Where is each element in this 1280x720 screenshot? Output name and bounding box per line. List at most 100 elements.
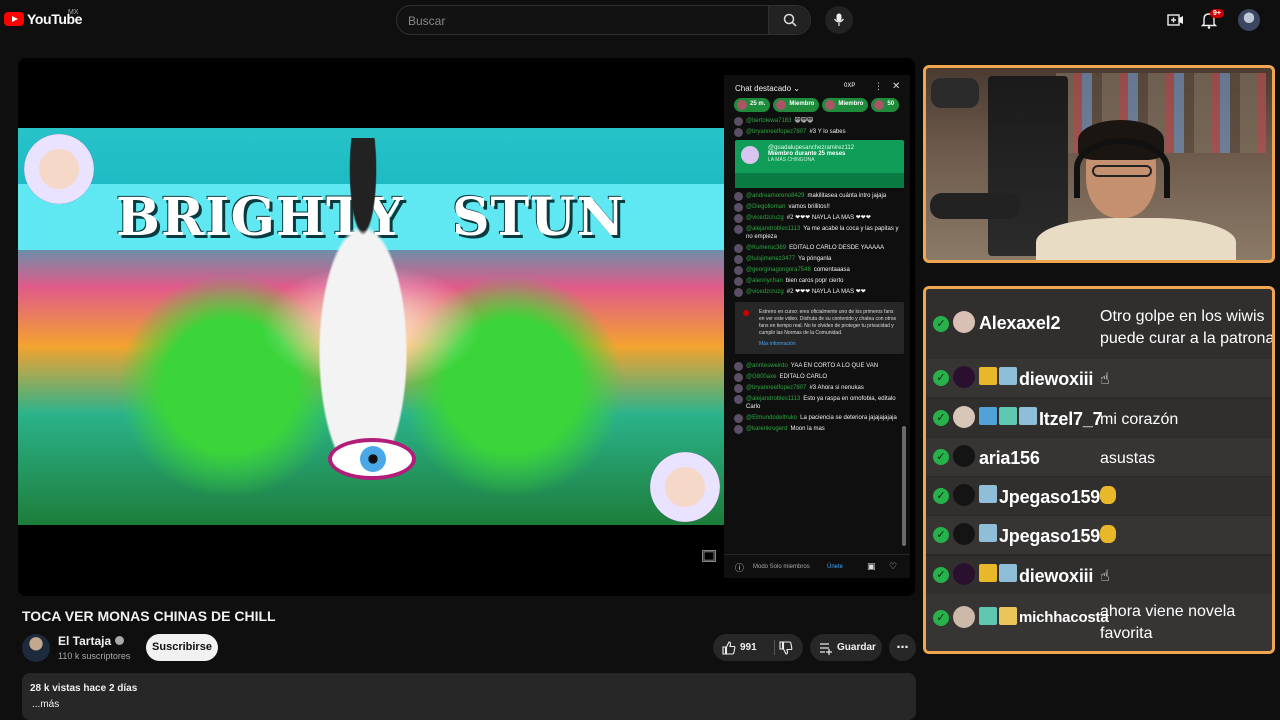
- chat-author[interactable]: @andreamoreno8429: [746, 193, 804, 199]
- close-icon[interactable]: ✕: [892, 81, 900, 92]
- chat-author[interactable]: @anntesweirdo: [746, 363, 788, 369]
- microphone: [930, 193, 1020, 219]
- top-bar: YouTube MX Buscar 9+: [0, 0, 1280, 40]
- more-info-link[interactable]: Más información: [759, 341, 898, 348]
- heart-icon[interactable]: ♡: [889, 561, 897, 572]
- user-icon: [953, 523, 975, 545]
- chat-author[interactable]: @vicedzcruzg: [746, 289, 784, 295]
- overlay-username: diewoxiii: [1019, 566, 1094, 586]
- ticker-item[interactable]: Miembro: [773, 98, 820, 112]
- chat-author[interactable]: @georginagongora7548: [746, 267, 811, 273]
- overlay-chat-row: ✓ Jpegaso159: [926, 516, 1272, 554]
- chat-message: @alejandrobles1113 Esto ya raspa en omofo…: [732, 395, 904, 411]
- chat-message: @vicedzcruzg #2 ❤❤❤ NAYLA LA MAS ❤❤❤: [732, 214, 904, 223]
- chat-message: @anntesweirdo YAA EN CORTO A LO QUE VAN: [732, 362, 904, 371]
- overlay-message: mi corazón: [1100, 411, 1179, 428]
- chat-message: @alejandrobles1113 Ya me acabé la coca y …: [732, 225, 904, 241]
- chat-text: EDITALO CARLO: [779, 374, 828, 380]
- chat-message: @bryanneelfopez7807 #3 Y lo sabes: [732, 128, 904, 137]
- chat-author[interactable]: @G800axe: [746, 374, 776, 380]
- chat-text: Moon la mas: [790, 426, 825, 432]
- member-subtitle: LA MÁS CHINGONA: [768, 157, 815, 163]
- ticker-item[interactable]: Miembro: [822, 98, 869, 112]
- like-icon[interactable]: [722, 641, 736, 655]
- miniplayer-icon[interactable]: [702, 550, 716, 562]
- chat-message: @Kumeruc369 EDITALO CARLO DESDE YAAAAA: [732, 244, 904, 253]
- chat-author[interactable]: @Elmundodeltruko: [746, 415, 797, 421]
- chat-text: EDITALO CARLO DESDE YAAAAA: [789, 245, 885, 251]
- chat-text: La paciencia se deteriora jajajajajaja: [800, 415, 897, 421]
- chat-avatar: [734, 288, 743, 297]
- chat-author[interactable]: @Diegolloman: [746, 204, 785, 210]
- create-video-icon[interactable]: [1166, 10, 1186, 30]
- chat-message: @bryanneelfopez7807 #3 Ahora si nenukas: [732, 384, 904, 393]
- search-button[interactable]: [768, 6, 810, 34]
- save-label: Guardar: [837, 642, 876, 653]
- chat-text: makilitasea cuánta intro jajaja: [807, 193, 887, 199]
- chat-author[interactable]: @alejandrobles1113: [746, 396, 800, 402]
- save-button[interactable]: Guardar: [810, 634, 882, 661]
- overlay-message-line: favorita: [1100, 625, 1153, 642]
- chat-author[interactable]: @bryanneelfopez7807: [746, 385, 806, 391]
- overlay-message-line: puede curar a la patrona: [1100, 330, 1275, 347]
- chat-author[interactable]: @bryanneelfopez7807: [746, 129, 806, 135]
- overlay-avatar: [953, 406, 975, 428]
- chat-avatar: [734, 225, 743, 234]
- video-player[interactable]: BRIGHTY STUN Chat destacado ⌄ 0XP ⋮ ✕ 25…: [18, 58, 915, 596]
- overlay-message: ☝: [1100, 568, 1110, 585]
- dislike-icon[interactable]: [779, 641, 793, 655]
- chat-message: @Elmundodeltruko La paciencia se deterior…: [732, 414, 904, 423]
- check-icon: ✓: [933, 567, 949, 583]
- search-box[interactable]: Buscar: [396, 5, 811, 35]
- chat-scrollbar[interactable]: [902, 426, 906, 546]
- chat-author[interactable]: @vicedzcruzg: [746, 215, 784, 221]
- overlay-username: diewoxiii: [1019, 369, 1094, 389]
- overlay-chat-row: ✓ Itzel7_7 mi corazón: [926, 399, 1272, 437]
- chat-avatar: [734, 214, 743, 223]
- chat-author[interactable]: @bertolewa7183: [746, 118, 791, 124]
- chat-author[interactable]: @Kumeruc369: [746, 245, 786, 251]
- notification-badge: 9+: [1210, 9, 1224, 18]
- overlay-chat-row: ✓ Jpegaso159: [926, 477, 1272, 515]
- like-count: 991: [740, 642, 757, 653]
- verified-icon: [115, 636, 125, 645]
- overlay-username: aria156: [979, 448, 1040, 468]
- chat-message: @vicedzcruzg #2 ❤❤❤ NAYLA LA MAS ❤❤: [732, 288, 904, 297]
- overlay-message: ☝: [1100, 371, 1110, 388]
- check-icon: ✓: [933, 610, 949, 626]
- membership-card: @guadalupesanchezramirez112 Miembro dura…: [735, 140, 904, 188]
- chat-avatar: [734, 414, 743, 423]
- ticker-item[interactable]: 25 m.: [734, 98, 771, 112]
- chat-message: @Diegolloman vamos brillitos!!: [732, 203, 904, 212]
- overlay-avatar: [953, 366, 975, 388]
- ticker-item[interactable]: 50: [871, 98, 900, 112]
- check-icon: ✓: [933, 449, 949, 465]
- chat-author[interactable]: @alejandrobles1113: [746, 226, 800, 232]
- info-icon[interactable]: ⓘ: [735, 561, 744, 574]
- chat-text: vamos brillitos!!: [788, 204, 830, 210]
- chat-avatar: [734, 384, 743, 393]
- channel-avatar[interactable]: [22, 634, 50, 662]
- join-link[interactable]: Únete: [827, 564, 843, 570]
- account-avatar[interactable]: [1238, 9, 1260, 31]
- chat-author[interactable]: @luisjimenez3477: [746, 256, 795, 262]
- video-frame[interactable]: BRIGHTY STUN: [18, 128, 724, 525]
- more-icon[interactable]: ⋯: [889, 634, 916, 661]
- channel-name[interactable]: El Tartaja: [58, 634, 111, 648]
- chat-author[interactable]: @alennychan: [746, 278, 783, 284]
- check-icon: ✓: [933, 316, 949, 332]
- save-icon: [820, 643, 832, 655]
- chat-avatar: [734, 255, 743, 264]
- subscribe-button[interactable]: Suscribirse: [146, 634, 218, 661]
- description-box[interactable]: 28 k vistas hace 2 días ...más: [22, 673, 916, 720]
- chat-menu-icon[interactable]: ⋮: [874, 81, 883, 92]
- show-more-link[interactable]: ...más: [32, 699, 59, 710]
- gift-icon[interactable]: ▣: [867, 561, 876, 572]
- voice-search-button[interactable]: [825, 6, 853, 34]
- members-only-label: Modo Solo miembros: [753, 564, 810, 570]
- microphone-arm: [931, 78, 979, 108]
- chat-author[interactable]: @karenkrugerd: [746, 426, 787, 432]
- search-input[interactable]: Buscar: [408, 14, 445, 28]
- chat-mode-dropdown[interactable]: Chat destacado ⌄: [735, 84, 800, 93]
- overlay-username: michhacosta: [1019, 609, 1109, 626]
